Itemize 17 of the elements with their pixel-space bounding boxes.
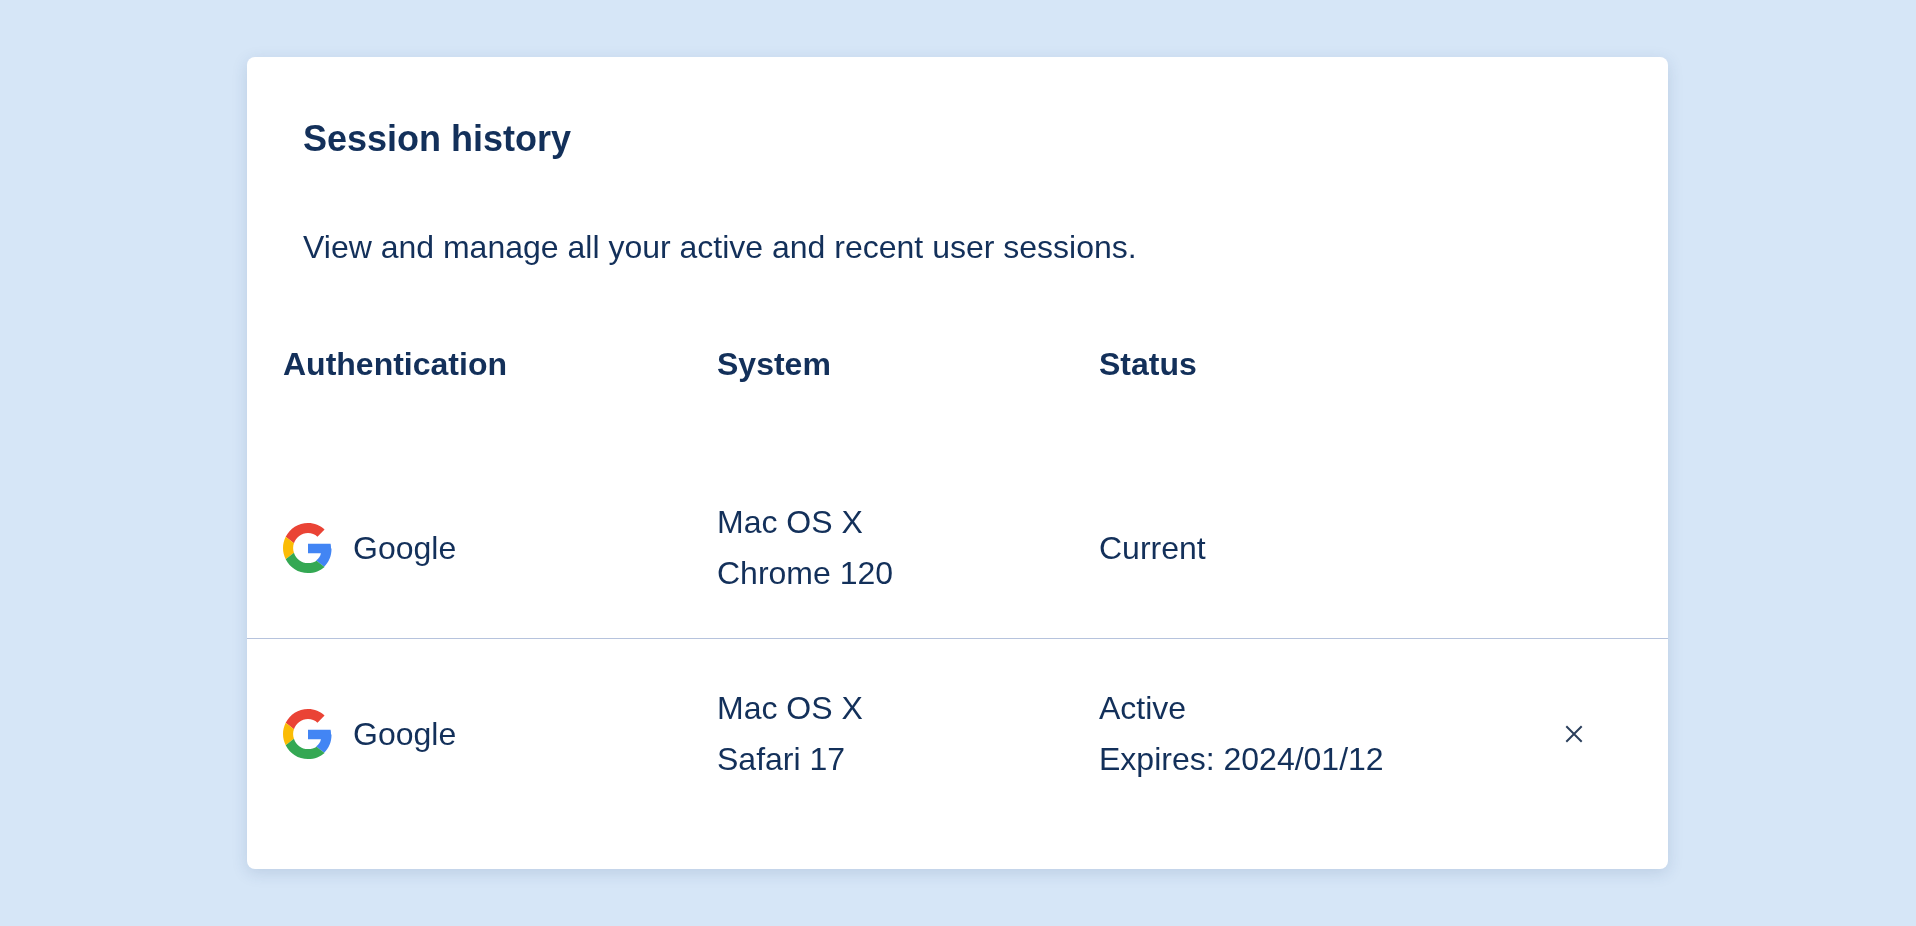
- session-status: Current: [1099, 528, 1207, 568]
- system-info: Chrome 120: [717, 554, 895, 593]
- system-info: Safari 17: [717, 740, 847, 779]
- column-header: Status: [1099, 345, 1198, 383]
- close-icon: [1563, 723, 1585, 745]
- google-logo-icon: [283, 709, 333, 759]
- provider-name: Google: [353, 714, 457, 754]
- session-status: Active: [1099, 689, 1188, 728]
- system-info: Mac OS X: [717, 689, 864, 728]
- column-header: Authentication: [283, 345, 508, 383]
- system-info: Mac OS X: [717, 503, 864, 542]
- card-title: Session history: [303, 117, 573, 161]
- google-logo-icon: [283, 523, 333, 573]
- provider-name: Google: [353, 528, 457, 568]
- column-header: System: [717, 345, 832, 383]
- session-status: Expires: 2024/01/12: [1099, 740, 1385, 779]
- card-description: View and manage all your active and recent user sessions.: [303, 228, 1138, 267]
